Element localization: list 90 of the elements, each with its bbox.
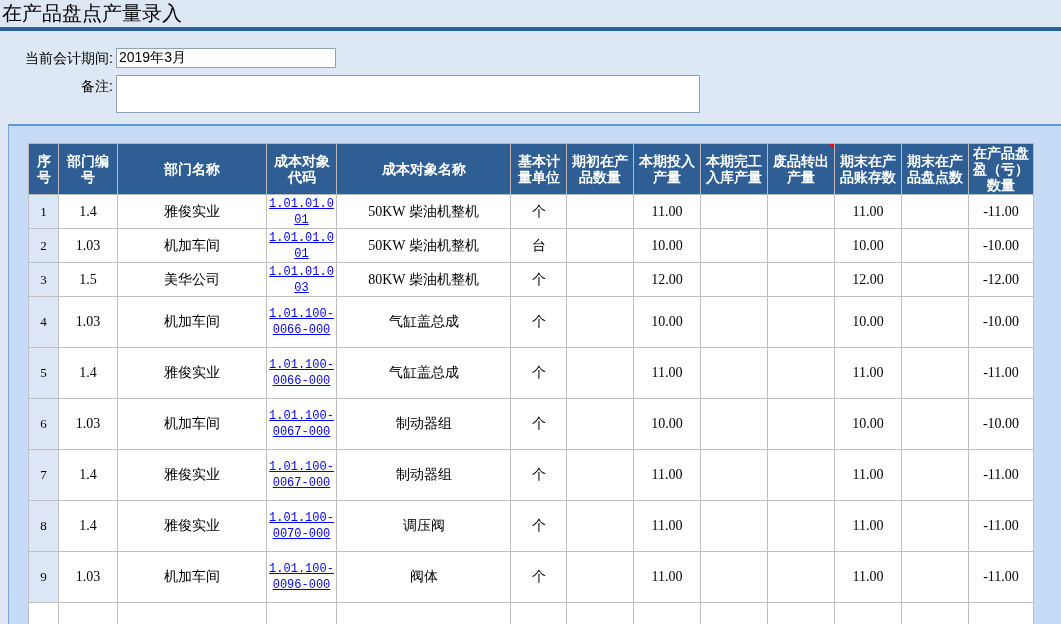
table-cell: 制动器组 bbox=[336, 449, 511, 501]
column-header: 部门编号 bbox=[66, 153, 110, 185]
column-header: 本期投入产量 bbox=[638, 153, 696, 185]
table-cell: 1.03 bbox=[58, 296, 118, 348]
table-cell: 11.00 bbox=[633, 449, 701, 501]
column-header: 期末在产品盘点数 bbox=[906, 153, 964, 185]
table-cell: 10.00 bbox=[633, 228, 701, 263]
table-cell: 11.00 bbox=[834, 500, 902, 552]
table-cell: 雅俊实业 bbox=[117, 449, 267, 501]
table-cell: 调压阀 bbox=[336, 500, 511, 552]
table-cell: -11.00 bbox=[968, 194, 1034, 229]
page-title: 在产品盘点产量录入 bbox=[1, 1, 182, 26]
table-cell: 11.00 bbox=[633, 500, 701, 552]
column-header: 部门名称 bbox=[163, 161, 221, 177]
table-cell: 雅俊实业 bbox=[117, 194, 267, 229]
table-cell: 个 bbox=[510, 551, 567, 603]
period-field[interactable]: 2019年3月 bbox=[116, 48, 336, 68]
table-cell: 台 bbox=[510, 228, 567, 263]
table-cell: 1.4 bbox=[58, 347, 118, 399]
table-cell: 个 bbox=[510, 347, 567, 399]
table-cell: 个 bbox=[510, 262, 567, 297]
column-header: 成本对象代码 bbox=[272, 153, 331, 185]
table-cell: 个 bbox=[510, 398, 567, 450]
column-header: 期末在产品账存数 bbox=[839, 153, 897, 185]
column-header: 期初在产品数量 bbox=[571, 153, 629, 185]
row-number-cell: 1 bbox=[28, 194, 59, 229]
row-number-cell: 9 bbox=[28, 551, 59, 603]
table-cell: -10.00 bbox=[968, 296, 1034, 348]
table-cell: 10.00 bbox=[834, 228, 902, 263]
table-cell: 80KW 柴油机整机 bbox=[336, 262, 511, 297]
table-cell: 12.00 bbox=[834, 262, 902, 297]
field-label: 备注: bbox=[81, 77, 113, 96]
row-number-cell: 3 bbox=[28, 262, 59, 297]
table-cell: -11.00 bbox=[968, 551, 1034, 603]
table-cell: -11.00 bbox=[968, 500, 1034, 552]
table-cell: 10.00 bbox=[633, 296, 701, 348]
column-header: 成本对象名称 bbox=[380, 161, 467, 177]
table-cell: 机加车间 bbox=[117, 228, 267, 263]
table-cell: 个 bbox=[510, 194, 567, 229]
table-cell: 1.4 bbox=[58, 194, 118, 229]
column-header: 在产品盘盈（亏）数量 bbox=[973, 145, 1029, 193]
table-cell: -10.00 bbox=[968, 398, 1034, 450]
table-cell: 雅俊实业 bbox=[117, 500, 267, 552]
row-number-cell: 4 bbox=[28, 296, 59, 348]
row-number-cell: 5 bbox=[28, 347, 59, 399]
table-cell: -11.00 bbox=[968, 347, 1034, 399]
table-cell: 1.03 bbox=[58, 551, 118, 603]
table-cell: 1.5 bbox=[58, 262, 118, 297]
table-cell: 个 bbox=[510, 500, 567, 552]
row-number-cell: 8 bbox=[28, 500, 59, 552]
table-cell: 1.03 bbox=[58, 228, 118, 263]
table-cell: 11.00 bbox=[834, 347, 902, 399]
field-label: 当前会计期间: bbox=[25, 49, 113, 68]
row-number-cell: 7 bbox=[28, 449, 59, 501]
table-cell: 机加车间 bbox=[117, 398, 267, 450]
table-cell: 11.00 bbox=[633, 551, 701, 603]
table-cell: 11.00 bbox=[834, 449, 902, 501]
table-cell: 机加车间 bbox=[117, 551, 267, 603]
row-number-cell: 6 bbox=[28, 398, 59, 450]
table-cell: -12.00 bbox=[968, 262, 1034, 297]
table-cell: 雅俊实业 bbox=[117, 347, 267, 399]
table-cell: 11.00 bbox=[633, 347, 701, 399]
table-cell: 10.00 bbox=[633, 398, 701, 450]
column-header: 废品转出产量 bbox=[772, 153, 830, 185]
table-cell: 机加车间 bbox=[117, 296, 267, 348]
table-cell: 1.4 bbox=[58, 500, 118, 552]
table-cell: 11.00 bbox=[834, 194, 902, 229]
table-cell: 50KW 柴油机整机 bbox=[336, 228, 511, 263]
table-cell: 美华公司 bbox=[117, 262, 267, 297]
table-cell: 个 bbox=[510, 296, 567, 348]
table-cell: 50KW 柴油机整机 bbox=[336, 194, 511, 229]
table-cell: 11.00 bbox=[834, 551, 902, 603]
table-cell: -10.00 bbox=[968, 228, 1034, 263]
table-cell: -11.00 bbox=[968, 449, 1034, 501]
table-cell: 11.00 bbox=[633, 194, 701, 229]
table-cell: 10.00 bbox=[834, 398, 902, 450]
table-cell: 制动器组 bbox=[336, 398, 511, 450]
table-cell: 气缸盖总成 bbox=[336, 296, 511, 348]
row-number-cell: 2 bbox=[28, 228, 59, 263]
table-cell: 1.4 bbox=[58, 449, 118, 501]
column-header: 基本计量单位 bbox=[516, 153, 561, 185]
column-header: 本期完工入库产量 bbox=[705, 153, 763, 185]
table-cell: 阀体 bbox=[336, 551, 511, 603]
table-cell: 气缸盖总成 bbox=[336, 347, 511, 399]
table-cell: 个 bbox=[510, 449, 567, 501]
column-header: 序号 bbox=[35, 153, 52, 185]
remarks-field[interactable] bbox=[116, 75, 700, 113]
table-cell: 1.03 bbox=[58, 398, 118, 450]
table-cell: 10.00 bbox=[834, 296, 902, 348]
table-cell: 12.00 bbox=[633, 262, 701, 297]
